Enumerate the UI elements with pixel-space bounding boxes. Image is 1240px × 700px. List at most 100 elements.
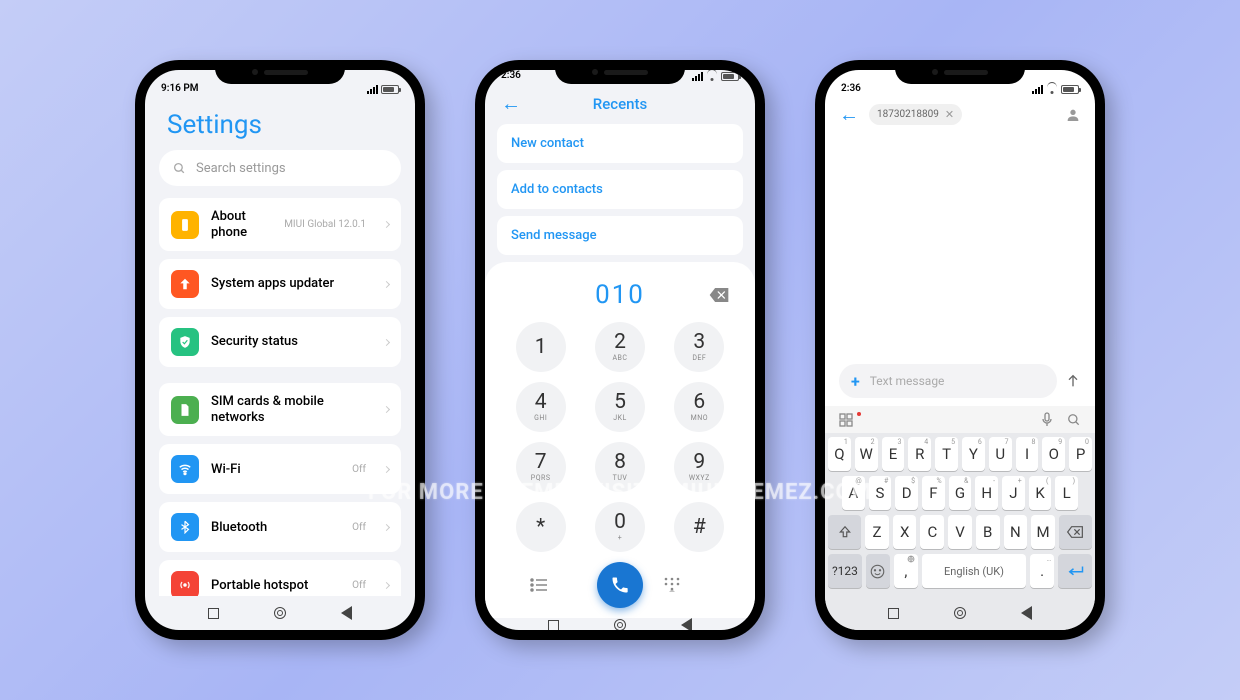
signal-icon bbox=[692, 72, 703, 81]
settings-item[interactable]: System apps updater bbox=[159, 259, 401, 309]
key-U[interactable]: U7 bbox=[989, 437, 1012, 471]
key-P[interactable]: P0 bbox=[1069, 437, 1092, 471]
menu-icon[interactable] bbox=[530, 578, 576, 592]
key-period[interactable]: .… bbox=[1030, 554, 1054, 588]
keyboard-row-1: Q1W2E3R4T5Y6U7I8O9P0 bbox=[828, 437, 1092, 471]
key-C[interactable]: C bbox=[920, 515, 944, 549]
nav-back-icon[interactable] bbox=[1021, 606, 1032, 620]
settings-item[interactable]: Bluetooth Off bbox=[159, 502, 401, 552]
remove-recipient-icon[interactable]: ✕ bbox=[945, 108, 954, 121]
nav-home-icon[interactable] bbox=[954, 607, 966, 619]
notification-dot-icon bbox=[857, 412, 861, 416]
settings-item[interactable]: About phone MIUI Global 12.0.1 bbox=[159, 198, 401, 251]
dialpad-toggle-icon[interactable] bbox=[664, 577, 710, 593]
key-B[interactable]: B bbox=[976, 515, 1000, 549]
phone-icon bbox=[171, 211, 199, 239]
key-backspace[interactable] bbox=[1059, 515, 1092, 549]
key-Z[interactable]: Z bbox=[865, 515, 889, 549]
phone-dialer: 2:36 ← Recents New contactAdd to contact… bbox=[475, 60, 765, 640]
chevron-right-icon bbox=[383, 406, 390, 413]
key-emoji[interactable] bbox=[866, 554, 890, 588]
settings-item-meta: Off bbox=[352, 522, 366, 533]
keypad-key-8[interactable]: 8TUV bbox=[595, 442, 645, 492]
key-L[interactable]: L) bbox=[1055, 476, 1078, 510]
dialer-action[interactable]: Add to contacts bbox=[497, 170, 743, 209]
key-F[interactable]: F% bbox=[922, 476, 945, 510]
message-input[interactable]: + Text message bbox=[839, 364, 1057, 398]
keyboard: Q1W2E3R4T5Y6U7I8O9P0 A@S#D$F%G&H-J+K(L) … bbox=[825, 433, 1095, 596]
search-icon[interactable] bbox=[1067, 413, 1081, 427]
grid-icon[interactable] bbox=[839, 413, 853, 427]
key-H[interactable]: H- bbox=[975, 476, 998, 510]
dialer-action[interactable]: Send message bbox=[497, 216, 743, 255]
key-M[interactable]: M bbox=[1031, 515, 1055, 549]
key-E[interactable]: E3 bbox=[882, 437, 905, 471]
key-N[interactable]: N bbox=[1004, 515, 1028, 549]
key-Q[interactable]: Q1 bbox=[828, 437, 851, 471]
call-button[interactable] bbox=[597, 562, 643, 608]
key-W[interactable]: W2 bbox=[855, 437, 878, 471]
settings-item[interactable]: Portable hotspot Off bbox=[159, 560, 401, 596]
key-X[interactable]: X bbox=[893, 515, 917, 549]
signal-icon bbox=[1032, 85, 1043, 94]
key-K[interactable]: K( bbox=[1029, 476, 1052, 510]
key-space[interactable]: English (UK) bbox=[922, 554, 1026, 588]
nav-home-icon[interactable] bbox=[274, 607, 286, 619]
key-symbols[interactable]: ?123 bbox=[828, 554, 862, 588]
screen-settings: 9:16 PM Settings Search settings About p… bbox=[145, 70, 415, 630]
key-S[interactable]: S# bbox=[869, 476, 892, 510]
settings-item[interactable]: Security status bbox=[159, 317, 401, 367]
keypad-key-9[interactable]: 9WXYZ bbox=[674, 442, 724, 492]
key-A[interactable]: A@ bbox=[842, 476, 865, 510]
key-V[interactable]: V bbox=[948, 515, 972, 549]
key-Y[interactable]: Y6 bbox=[962, 437, 985, 471]
key-comma[interactable]: , bbox=[894, 554, 918, 588]
key-D[interactable]: D$ bbox=[895, 476, 918, 510]
message-body bbox=[825, 133, 1095, 356]
key-G[interactable]: G& bbox=[949, 476, 972, 510]
dialer-action[interactable]: New contact bbox=[497, 124, 743, 163]
settings-item-label: Portable hotspot bbox=[211, 578, 340, 594]
nav-recent-icon[interactable] bbox=[548, 620, 559, 631]
key-J[interactable]: J+ bbox=[1002, 476, 1025, 510]
keypad-key-0[interactable]: 0+ bbox=[595, 502, 645, 552]
key-T[interactable]: T5 bbox=[935, 437, 958, 471]
settings-item[interactable]: SIM cards & mobile networks bbox=[159, 383, 401, 436]
signal-icon bbox=[367, 85, 378, 94]
keypad-key-6[interactable]: 6MNO bbox=[674, 382, 724, 432]
key-I[interactable]: I8 bbox=[1016, 437, 1039, 471]
send-button[interactable] bbox=[1065, 373, 1081, 389]
keypad-key-7[interactable]: 7PQRS bbox=[516, 442, 566, 492]
backspace-button[interactable] bbox=[709, 288, 729, 302]
attach-icon[interactable]: + bbox=[851, 372, 860, 391]
nav-back-icon[interactable] bbox=[681, 618, 692, 630]
keypad-key-3[interactable]: 3DEF bbox=[674, 322, 724, 372]
recipient-chip[interactable]: 18730218809 ✕ bbox=[869, 104, 962, 125]
nav-bar bbox=[825, 596, 1095, 630]
keypad-key-2[interactable]: 2ABC bbox=[595, 322, 645, 372]
nav-back-icon[interactable] bbox=[341, 606, 352, 620]
key-O[interactable]: O9 bbox=[1042, 437, 1065, 471]
compose-header: ← 18730218809 ✕ bbox=[825, 96, 1095, 133]
key-enter[interactable] bbox=[1058, 554, 1092, 588]
nav-home-icon[interactable] bbox=[614, 619, 626, 630]
settings-item[interactable]: Wi-Fi Off bbox=[159, 444, 401, 494]
notch bbox=[215, 60, 345, 84]
sim-icon bbox=[171, 396, 199, 424]
contact-icon[interactable] bbox=[1065, 107, 1081, 123]
nav-recent-icon[interactable] bbox=[888, 608, 899, 619]
nav-recent-icon[interactable] bbox=[208, 608, 219, 619]
key-R[interactable]: R4 bbox=[908, 437, 931, 471]
back-button[interactable]: ← bbox=[839, 102, 859, 127]
keypad-key-#[interactable]: # bbox=[674, 502, 724, 552]
keypad-key-1[interactable]: 1 bbox=[516, 322, 566, 372]
input-placeholder: Text message bbox=[870, 374, 945, 388]
settings-item-label: About phone bbox=[211, 209, 272, 240]
battery-icon bbox=[721, 72, 739, 81]
mic-icon[interactable] bbox=[1041, 412, 1053, 427]
keypad-key-4[interactable]: 4GHI bbox=[516, 382, 566, 432]
key-shift[interactable] bbox=[828, 515, 861, 549]
keypad-key-5[interactable]: 5JKL bbox=[595, 382, 645, 432]
search-input[interactable]: Search settings bbox=[159, 150, 401, 186]
keypad-key-*[interactable]: * bbox=[516, 502, 566, 552]
